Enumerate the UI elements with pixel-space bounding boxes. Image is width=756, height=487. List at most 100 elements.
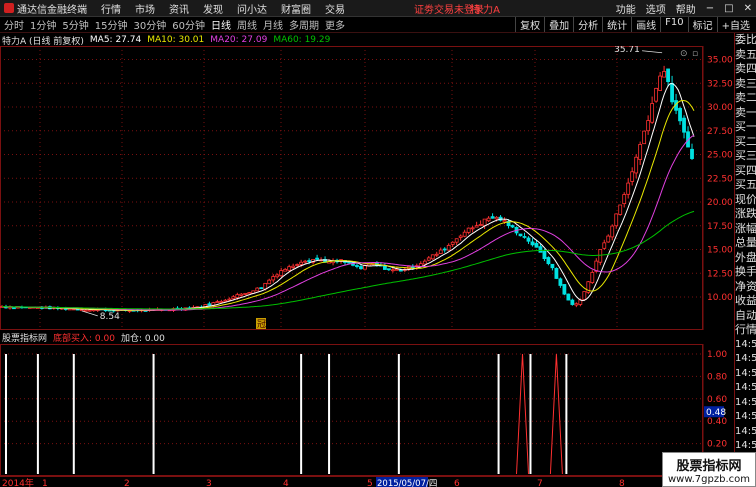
candle-up xyxy=(606,235,611,243)
candle-down xyxy=(259,287,264,290)
candle-up xyxy=(610,225,615,238)
menu-item-wealth[interactable]: 财富圈 xyxy=(281,1,311,16)
adjust-button[interactable]: 复权 xyxy=(515,17,544,32)
period-monthly[interactable]: 月线 xyxy=(263,17,283,32)
candle-up xyxy=(614,213,619,227)
draw-button[interactable]: 画线 xyxy=(631,17,660,32)
period-30min[interactable]: 30分钟 xyxy=(133,17,166,32)
candle-up xyxy=(219,301,224,303)
f10-button[interactable]: F10 xyxy=(660,17,687,32)
menu-help[interactable]: 帮助 xyxy=(676,1,696,16)
indicator-chart[interactable]: 1.00 0.80 0.60 0.40 0.20 0.48 xyxy=(0,344,734,476)
price-chart[interactable]: 10.00 12.50 15.00 17.50 20.00 22.50 25.00 27.50… xyxy=(0,46,734,330)
add-watchlist-button[interactable]: +自选 xyxy=(716,17,754,32)
candle-up xyxy=(486,217,491,222)
candle-down xyxy=(562,284,567,295)
sub-frame xyxy=(0,344,703,476)
period-multi[interactable]: 多周期 xyxy=(289,17,319,32)
close-icon[interactable]: ✕ xyxy=(744,3,752,14)
quote-label: 卖三 xyxy=(735,76,756,90)
price-tick-label: 30.00 xyxy=(707,103,733,113)
candle-down xyxy=(382,265,387,270)
candle-down xyxy=(398,269,403,272)
candle-up xyxy=(271,276,276,281)
quote-label: 买一 xyxy=(735,120,756,133)
menu-item-market[interactable]: 市场 xyxy=(135,1,155,16)
candle-up xyxy=(243,292,248,295)
high-label: 35.71 xyxy=(614,46,640,55)
period-more[interactable]: 更多 xyxy=(325,17,345,32)
candle-up xyxy=(223,299,228,302)
watermark-title: 股票指标网 xyxy=(676,458,742,474)
quote-label: 总量 xyxy=(735,236,756,249)
month-label: 6 xyxy=(454,479,460,487)
candle-down xyxy=(442,248,447,251)
tick-time: 14:5 xyxy=(735,353,756,364)
period-tick[interactable]: 分时 xyxy=(4,17,24,32)
tick-time: 14:5 xyxy=(735,396,756,408)
quote-label: 行情 xyxy=(735,323,756,336)
bottom-buy-label: 底部买入: 0.00 xyxy=(53,334,115,344)
quote-label: 涨幅 xyxy=(735,221,756,235)
month-label: 7 xyxy=(537,479,543,487)
stock-name: 特 力A xyxy=(470,4,501,16)
candle-up xyxy=(446,244,451,251)
quote-label: 涨跌 xyxy=(735,207,756,220)
menu-item-quotes[interactable]: 行情 xyxy=(101,1,121,16)
candle-up xyxy=(255,287,260,292)
period-60min[interactable]: 60分钟 xyxy=(172,17,205,32)
watermark-logo: 股票指标网 www.7gpzb.com xyxy=(662,452,756,487)
ma60-label: MA60: 19.29 xyxy=(273,35,331,45)
candle-down xyxy=(355,265,359,267)
period-1min[interactable]: 1分钟 xyxy=(30,17,56,32)
candle-down xyxy=(554,268,559,279)
dividend-marker-label: 冠 xyxy=(257,319,266,330)
date-axis: 2014年 1 2 3 4 5 6 7 8 2015/05/07/四 xyxy=(0,476,756,487)
quote-label: 买五 xyxy=(735,178,756,191)
candle-down xyxy=(550,263,555,269)
main-legend: 特力A (日线 前复权) MA5: 27.74 MA10: 30.01 MA20… xyxy=(0,34,331,47)
period-5min[interactable]: 5分钟 xyxy=(62,17,88,32)
mark-button[interactable]: 标记 xyxy=(687,17,717,32)
candle-up xyxy=(482,218,487,227)
candle-down xyxy=(670,83,674,103)
menu-item-discover[interactable]: 发现 xyxy=(203,1,223,16)
year-label: 2014年 xyxy=(2,477,34,487)
maximize-icon[interactable]: □ xyxy=(724,3,733,14)
candle-up xyxy=(474,225,479,228)
menu-options[interactable]: 选项 xyxy=(646,1,666,16)
candle-down xyxy=(307,260,312,262)
candle-down xyxy=(315,257,319,260)
chart-title: 特力A (日线 前复权) xyxy=(2,36,84,47)
period-15min[interactable]: 15分钟 xyxy=(95,17,128,32)
analysis-button[interactable]: 分析 xyxy=(573,17,602,32)
month-label: 5 xyxy=(367,479,373,487)
low-label: 8.54 xyxy=(100,312,120,322)
candle-up xyxy=(83,309,88,312)
candle-up xyxy=(231,296,236,300)
candle-down xyxy=(510,225,515,228)
price-tick-label: 17.50 xyxy=(707,222,733,232)
minimize-icon[interactable]: − xyxy=(706,3,714,14)
candle-down xyxy=(522,236,527,238)
month-label: 8 xyxy=(619,479,625,487)
menu-function[interactable]: 功能 xyxy=(616,1,636,16)
candle-up xyxy=(295,264,300,266)
period-daily[interactable]: 日线 xyxy=(211,17,231,32)
indicator-title: 股票指标网 xyxy=(2,334,48,344)
ma20-label: MA20: 27.09 xyxy=(210,35,268,45)
period-weekly[interactable]: 周线 xyxy=(237,17,257,32)
menu-item-news[interactable]: 资讯 xyxy=(169,1,189,16)
menu-item-ask[interactable]: 问小达 xyxy=(237,1,267,16)
ma10-label: MA10: 30.01 xyxy=(147,35,205,45)
overlay-button[interactable]: 叠加 xyxy=(544,17,573,32)
candle-up xyxy=(438,249,443,254)
menu-item-trade[interactable]: 交易 xyxy=(325,1,345,16)
app-title: 通达信金融终端 xyxy=(17,4,87,16)
candle-up xyxy=(279,270,284,277)
stats-button[interactable]: 统计 xyxy=(602,17,631,32)
tick-time: 14:5 xyxy=(735,425,756,437)
candle-up xyxy=(626,182,631,195)
candle-up xyxy=(390,269,395,272)
quote-label: 买四 xyxy=(735,163,756,177)
